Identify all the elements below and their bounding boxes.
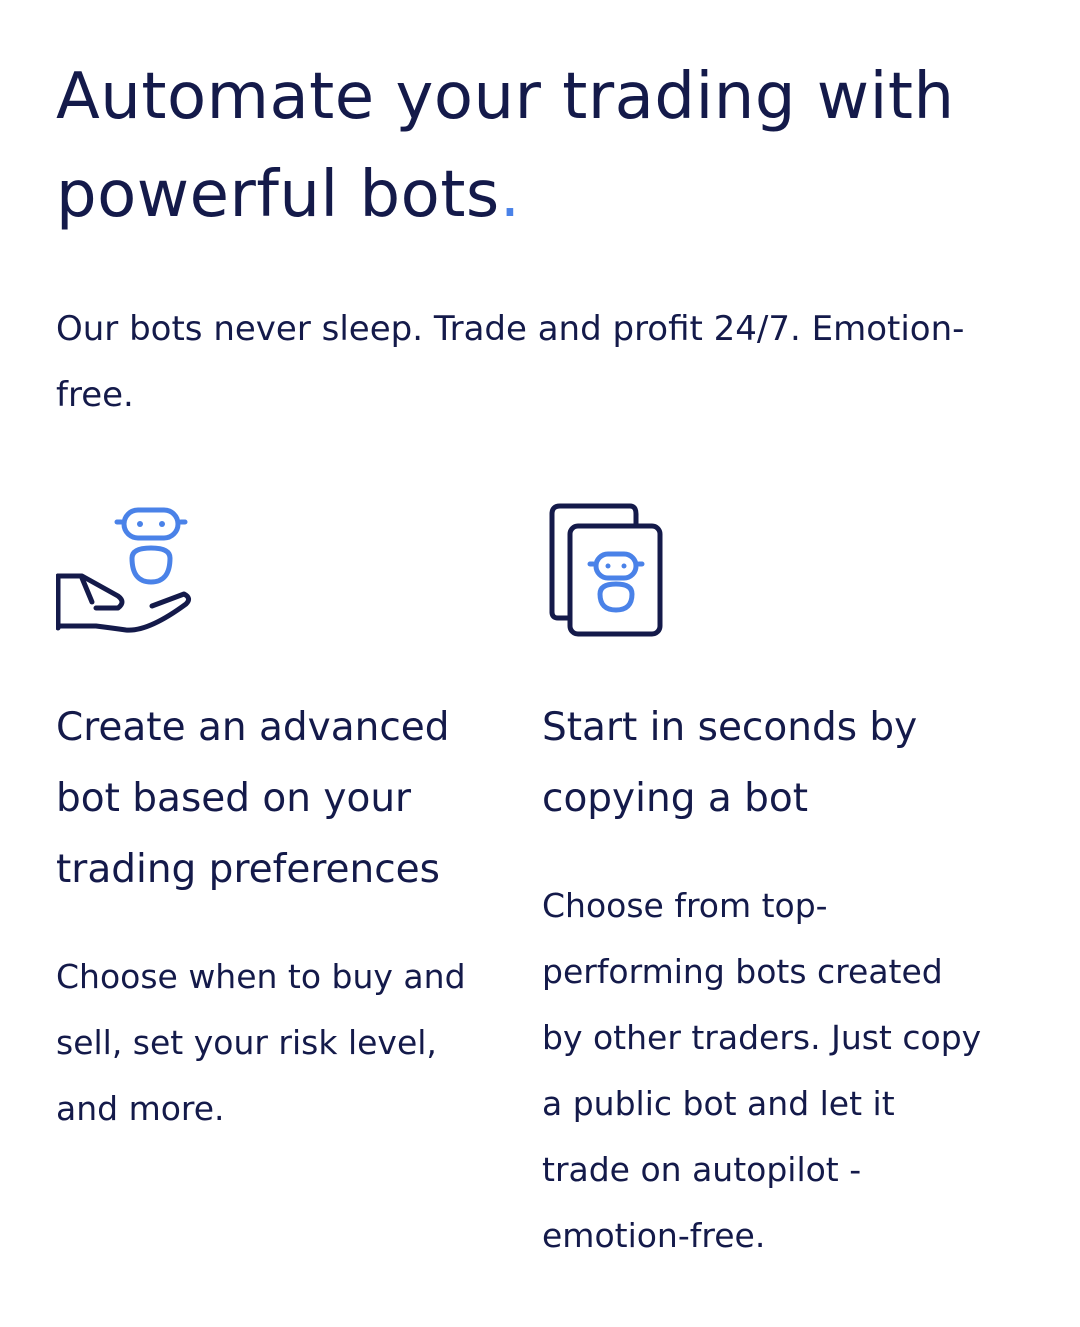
robot-in-hand-icon: [56, 507, 192, 633]
page-title: Automate your trading with powerful bots…: [56, 48, 1036, 244]
feature-description: Choose from top-performing bots created …: [542, 886, 982, 1255]
feature-title: Start in seconds by copying a bot: [542, 705, 918, 821]
title-accent-dot: .: [499, 158, 521, 232]
feature-description: Choose when to buy and sell, set your ri…: [56, 957, 466, 1128]
copy-bot-icon: [549, 503, 663, 637]
feature-title: Create an advanced bot based on your tra…: [56, 705, 450, 892]
page-subtitle: Our bots never sleep. Trade and profit 2…: [56, 309, 965, 415]
